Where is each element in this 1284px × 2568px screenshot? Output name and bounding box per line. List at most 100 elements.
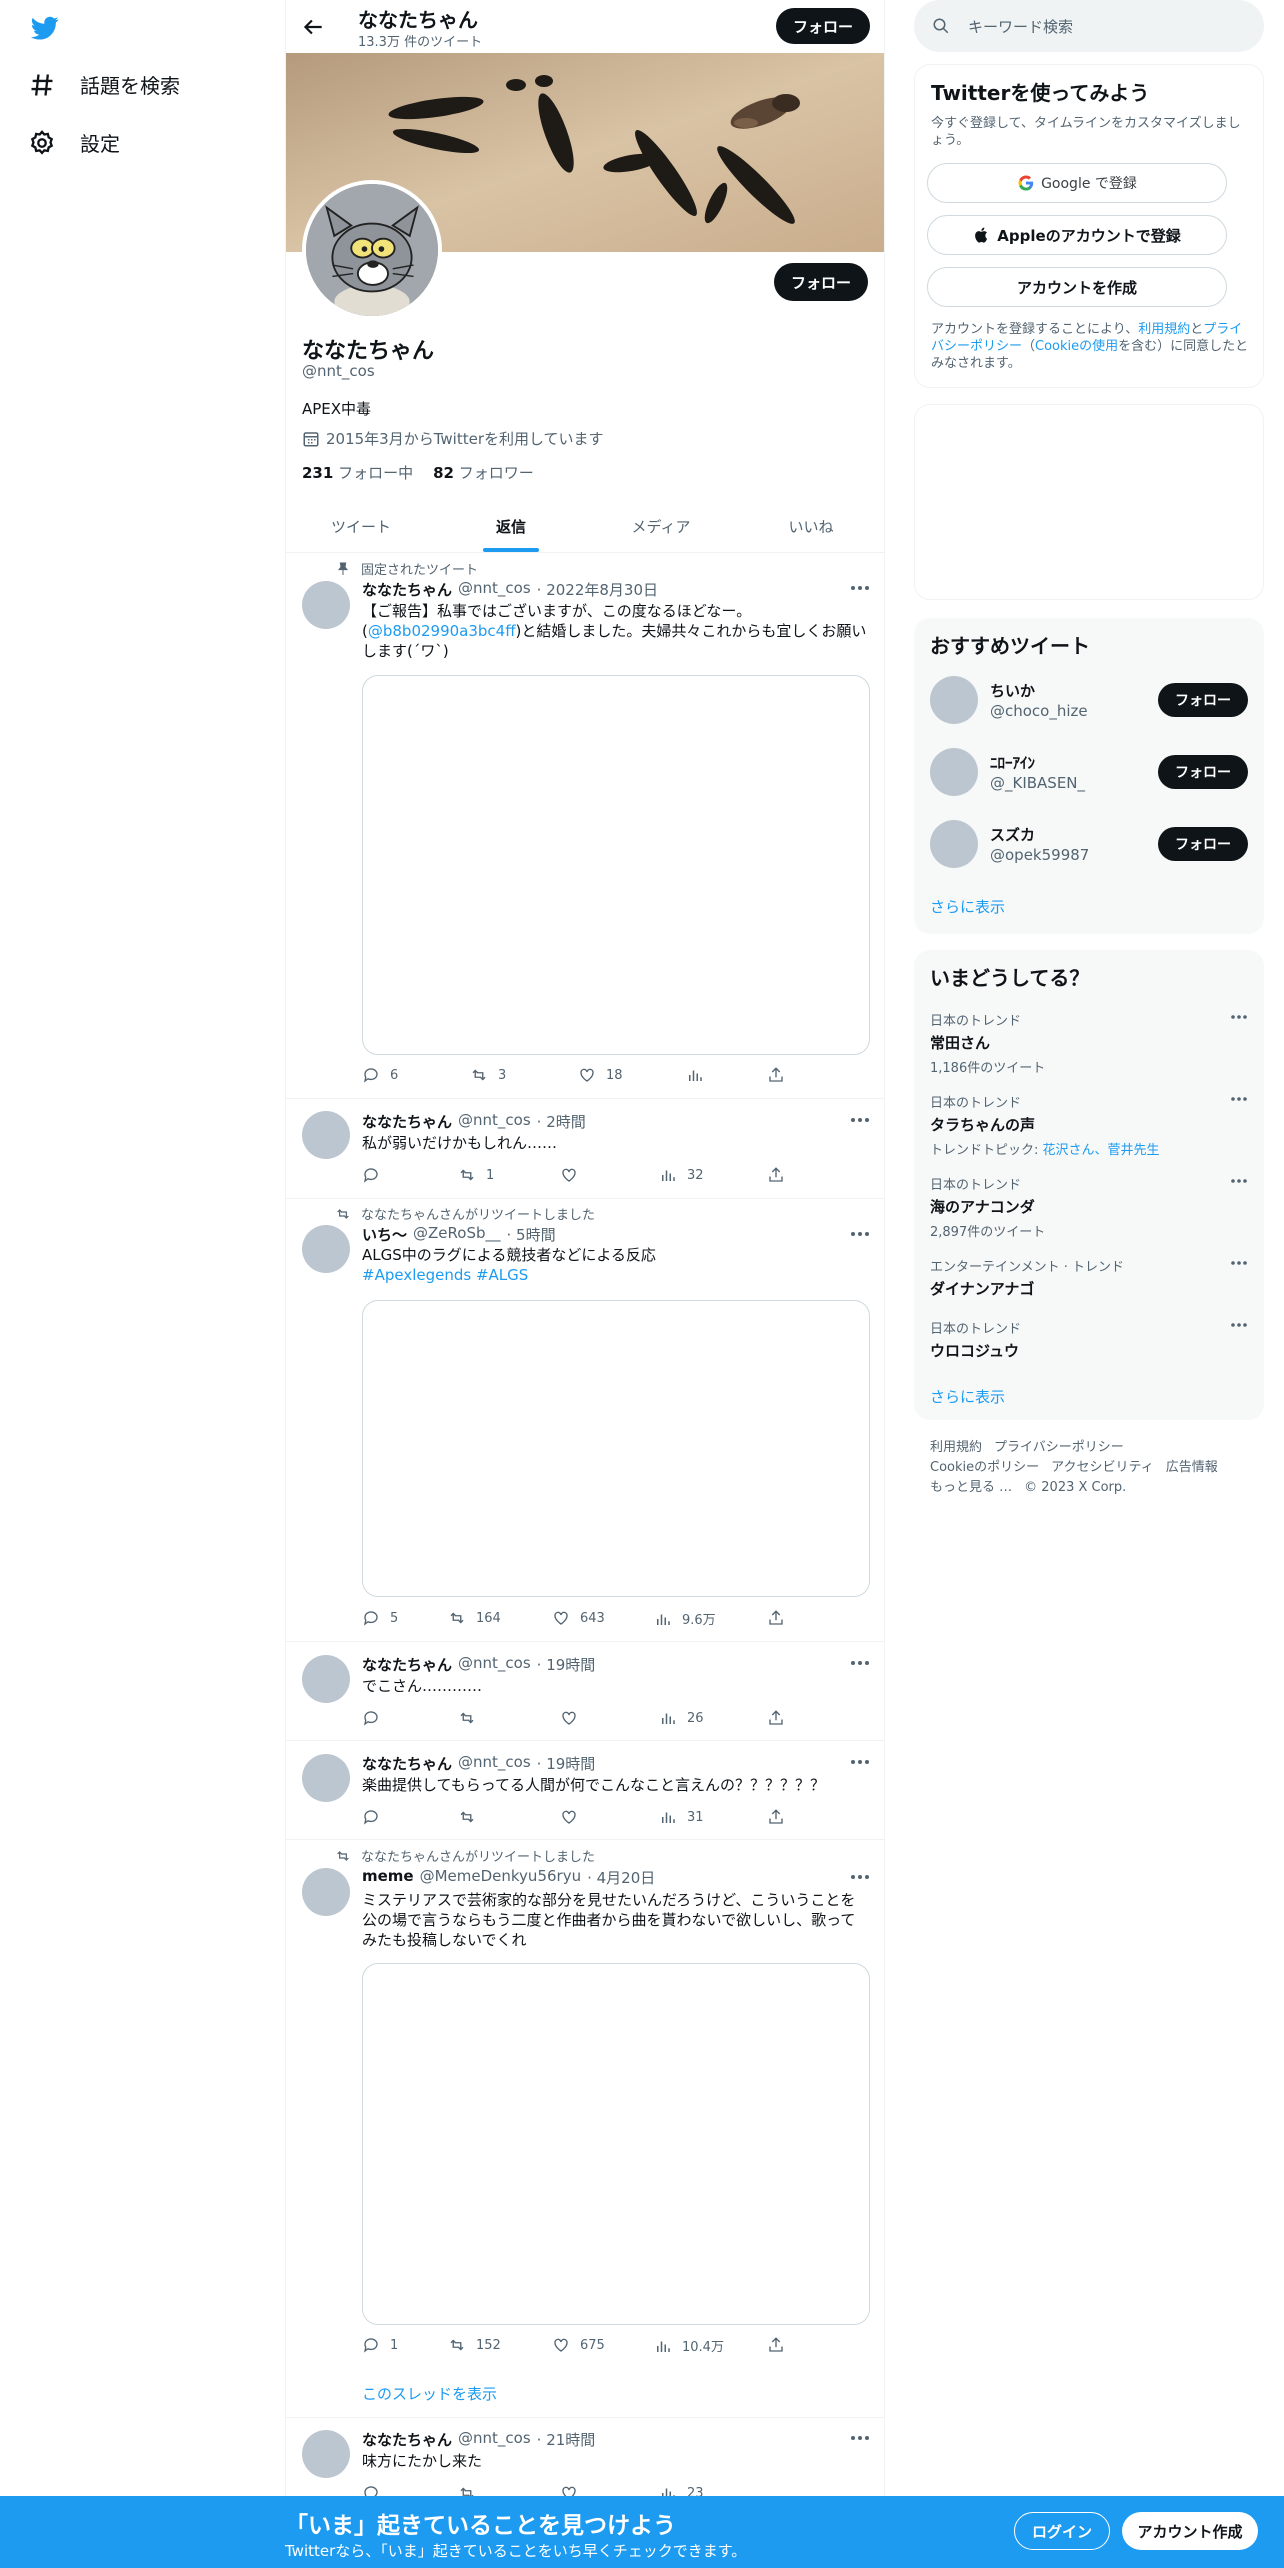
back-arrow-icon[interactable] <box>300 14 326 40</box>
follow-button[interactable]: フォロー <box>1158 827 1248 861</box>
more-icon[interactable] <box>850 1759 870 1765</box>
trend-item[interactable]: 日本のトレンド 常田さん 1,186件のツイート <box>930 1010 1248 1076</box>
share-button[interactable] <box>767 1709 785 1727</box>
views-button[interactable]: 9.6万 <box>654 1609 716 1628</box>
tweet-media[interactable] <box>362 675 870 1055</box>
profile-avatar[interactable] <box>302 180 442 320</box>
footer-link[interactable]: アクセシビリティ <box>1051 1460 1154 1475</box>
tweet-time[interactable]: · 4月20日 <box>587 1867 655 1888</box>
footer-link[interactable]: 利用規約 <box>930 1440 982 1455</box>
more-icon[interactable] <box>1230 1014 1248 1020</box>
recommended-user[interactable]: スズカ @opek59987 フォロー <box>930 818 1248 870</box>
views-button[interactable] <box>686 1066 714 1084</box>
tweet-media[interactable] <box>362 1300 870 1597</box>
tweet-item[interactable]: ななたちゃん @nnt_cos · 2時間 私が弱いだけかもしれん…… 1 32 <box>286 1099 884 1199</box>
recommended-user[interactable]: ちいか @choco_hize フォロー <box>930 674 1248 726</box>
footer-link[interactable]: Cookieのポリシー <box>930 1460 1039 1475</box>
share-button[interactable] <box>767 2336 785 2354</box>
author-handle[interactable]: @nnt_cos <box>458 1753 531 1774</box>
trend-topic-link[interactable]: 花沢さん、菅井先生 <box>1043 1143 1160 1158</box>
login-button[interactable]: ログイン <box>1014 2512 1110 2550</box>
avatar[interactable] <box>302 2430 350 2478</box>
more-icon[interactable] <box>1230 1178 1248 1184</box>
author-name[interactable]: meme <box>362 1867 414 1888</box>
reply-button[interactable]: 6 <box>362 1066 398 1084</box>
reply-button[interactable]: 5 <box>362 1609 398 1627</box>
reply-button[interactable] <box>362 1166 390 1184</box>
tab-media[interactable]: メディア <box>586 500 736 552</box>
mention-link[interactable]: @b8b02990a3bc4ff <box>368 622 516 640</box>
more-icon[interactable] <box>850 1660 870 1666</box>
tab-tweets[interactable]: ツイート <box>286 500 436 552</box>
trend-item[interactable]: 日本のトレンド 海のアナコンダ 2,897件のツイート <box>930 1174 1248 1240</box>
share-button[interactable] <box>767 1609 785 1627</box>
tweet-time[interactable]: · 19時間 <box>537 1654 596 1675</box>
author-handle[interactable]: @nnt_cos <box>458 2429 531 2450</box>
like-button[interactable]: 643 <box>552 1609 605 1627</box>
author-name[interactable]: ななたちゃん <box>362 1753 452 1774</box>
avatar[interactable] <box>302 1225 350 1273</box>
author-handle[interactable]: @nnt_cos <box>458 1654 531 1675</box>
views-button[interactable]: 32 <box>659 1166 704 1184</box>
reply-button[interactable] <box>362 1709 380 1727</box>
author-handle[interactable]: @nnt_cos <box>458 579 531 600</box>
like-button[interactable]: 18 <box>578 1066 623 1084</box>
more-icon[interactable] <box>850 2435 870 2441</box>
show-more-link[interactable]: さらに表示 <box>930 1386 1005 1407</box>
author-name[interactable]: ななたちゃん <box>362 1654 452 1675</box>
trend-item[interactable]: エンターテインメント · トレンド ダイナンアナゴ <box>930 1256 1248 1299</box>
terms-link[interactable]: 利用規約 <box>1138 322 1190 337</box>
avatar[interactable] <box>302 1111 350 1159</box>
show-thread-link[interactable]: このスレッドを表示 <box>362 2383 497 2404</box>
twitter-bird-icon[interactable] <box>28 14 62 42</box>
author-handle[interactable]: @MemeDenkyu56ryu <box>420 1867 581 1888</box>
views-button[interactable]: 26 <box>659 1709 704 1727</box>
more-icon[interactable] <box>1230 1260 1248 1266</box>
reply-button[interactable]: 1 <box>362 2336 398 2354</box>
tab-likes[interactable]: いいね <box>736 500 884 552</box>
author-handle[interactable]: @ZeRoSb__ <box>413 1224 500 1245</box>
more-icon[interactable] <box>850 1874 870 1880</box>
avatar[interactable] <box>302 581 350 629</box>
signup-button[interactable]: アカウント作成 <box>1122 2512 1258 2550</box>
followers-link[interactable]: 82 フォロワー <box>433 462 534 483</box>
tweet-item[interactable]: ななたちゃんさんがリツイートしました meme @MemeDenkyu56ryu… <box>286 1840 884 2418</box>
author-name[interactable]: ななたちゃん <box>362 2429 452 2450</box>
footer-link[interactable]: プライバシーポリシー <box>994 1440 1124 1455</box>
footer-link[interactable]: 広告情報 <box>1166 1460 1218 1475</box>
more-icon[interactable] <box>1230 1322 1248 1328</box>
share-button[interactable] <box>767 1066 785 1084</box>
more-icon[interactable] <box>850 585 870 591</box>
retweet-button[interactable]: 3 <box>470 1066 506 1084</box>
retweet-button[interactable] <box>458 1808 476 1826</box>
tweet-time[interactable]: · 2時間 <box>537 1111 586 1132</box>
tweet-item[interactable]: ななたちゃん @nnt_cos · 19時間 楽曲提供してもらってる人間が何でこ… <box>286 1741 884 1840</box>
nav-settings[interactable]: 設定 <box>28 128 120 157</box>
retweet-button[interactable]: 164 <box>448 1609 501 1627</box>
avatar[interactable] <box>302 1868 350 1916</box>
share-button[interactable] <box>767 1808 785 1826</box>
tweet-item[interactable]: ななたちゃんさんがリツイートしました いち～ @ZeRoSb__ · 5時間 A… <box>286 1199 884 1642</box>
retweet-button[interactable]: 1 <box>458 1166 494 1184</box>
retweet-button[interactable] <box>458 1709 476 1727</box>
tweet-time[interactable]: · 2022年8月30日 <box>537 579 658 600</box>
follow-button[interactable]: フォロー <box>774 263 868 301</box>
follow-button[interactable]: フォロー <box>1158 755 1248 789</box>
like-button[interactable] <box>560 1709 578 1727</box>
tweet-media[interactable] <box>362 1963 870 2325</box>
footer-link[interactable]: もっと見る … <box>930 1480 1012 1495</box>
author-name[interactable]: ななたちゃん <box>362 579 452 600</box>
tweet-time[interactable]: · 21時間 <box>537 2429 596 2450</box>
tweet-time[interactable]: · 19時間 <box>537 1753 596 1774</box>
avatar[interactable] <box>302 1754 350 1802</box>
views-button[interactable]: 10.4万 <box>654 2336 724 2355</box>
hashtag-links[interactable]: #Apexlegends #ALGS <box>362 1265 870 1285</box>
header-follow-button[interactable]: フォロー <box>776 8 870 44</box>
nav-explore[interactable]: 話題を検索 <box>28 70 180 99</box>
tab-replies[interactable]: 返信 <box>436 500 586 552</box>
avatar[interactable] <box>930 676 978 724</box>
more-icon[interactable] <box>850 1231 870 1237</box>
author-handle[interactable]: @nnt_cos <box>458 1111 531 1132</box>
trend-item[interactable]: 日本のトレンド タラちゃんの声 トレンドトピック: 花沢さん、菅井先生 <box>930 1092 1248 1158</box>
author-name[interactable]: ななたちゃん <box>362 1111 452 1132</box>
